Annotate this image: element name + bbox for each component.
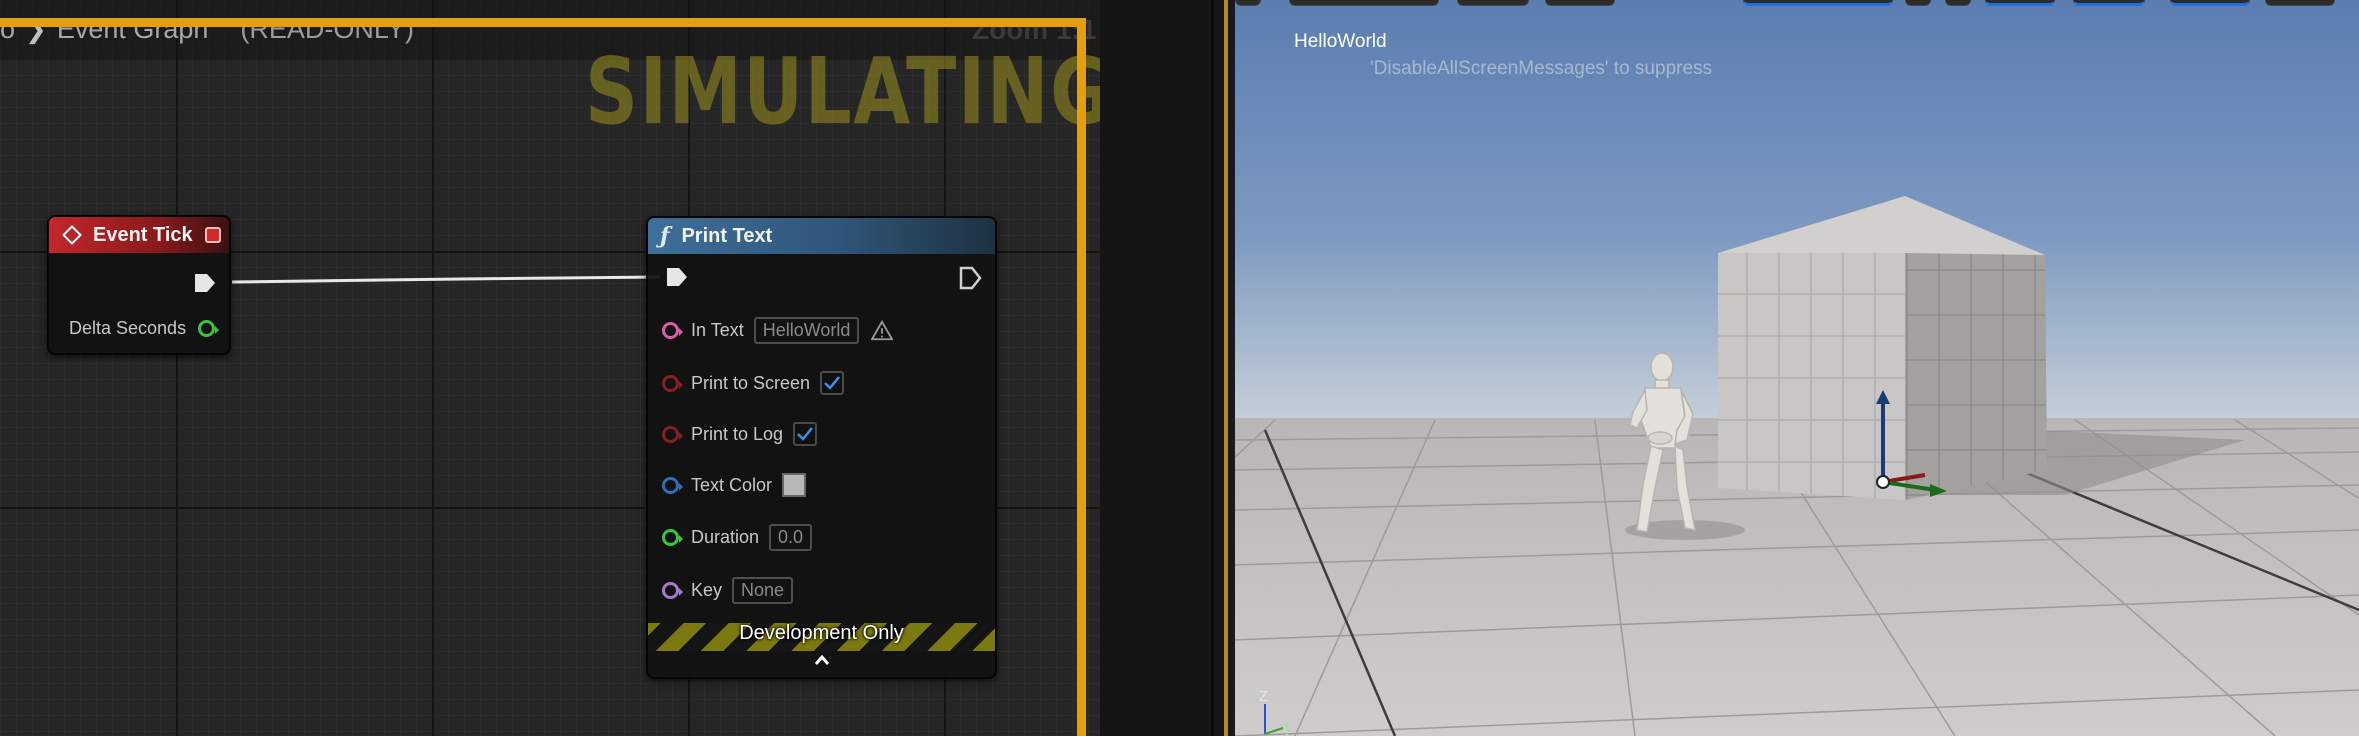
- simulating-watermark: SIMULATING: [585, 38, 1100, 145]
- viewport-scene[interactable]: [1235, 0, 2359, 736]
- key-label: Key: [691, 580, 723, 600]
- snap-toggle-2[interactable]: [1945, 0, 1971, 6]
- duration-pin-row: Duration 0.0: [662, 524, 813, 551]
- show-button[interactable]: [1545, 0, 1615, 6]
- in-text-field[interactable]: HelloWorld: [753, 317, 860, 344]
- grid-snap-button[interactable]: [1985, 0, 2055, 6]
- warning-icon: [871, 319, 894, 340]
- view-mode-button[interactable]: [1457, 0, 1529, 6]
- splitter-handle[interactable]: [1211, 0, 1214, 736]
- print-text-node[interactable]: ƒ Print Text In Text HelloWorld Print to…: [646, 216, 997, 679]
- key-pin[interactable]: [662, 582, 683, 599]
- read-only-label: (READ-ONLY): [240, 14, 414, 44]
- event-tick-header[interactable]: Event Tick: [49, 217, 229, 253]
- perspective-button[interactable]: [1289, 0, 1439, 6]
- transform-tools[interactable]: [1743, 0, 1893, 6]
- text-color-label: Text Color: [691, 474, 773, 495]
- print-to-screen-label: Print to Screen: [691, 372, 811, 393]
- level-viewport[interactable]: HelloWorld 'DisableAllScreenMessages' to…: [1235, 0, 2359, 736]
- event-tick-node[interactable]: Event Tick Delta Seconds: [47, 215, 231, 355]
- checkmark-icon: [797, 427, 814, 441]
- viewport-options-button[interactable]: [1235, 0, 1261, 6]
- delta-seconds-pin-row: Delta Seconds: [69, 318, 220, 339]
- print-to-log-pin-row: Print to Log: [662, 422, 818, 446]
- screen-message-hello: HelloWorld: [1294, 31, 1387, 52]
- delegate-pin-icon[interactable]: [205, 227, 221, 243]
- print-text-title: Print Text: [681, 224, 773, 247]
- duration-pin[interactable]: [662, 529, 683, 546]
- text-color-pin-row: Text Color: [662, 473, 807, 497]
- print-text-header[interactable]: ƒ Print Text: [648, 218, 995, 254]
- development-only-label: Development Only: [739, 622, 904, 644]
- exec-output-pin[interactable]: [959, 266, 983, 290]
- panel-splitter[interactable]: [1100, 0, 1231, 736]
- cube-left-face: [1718, 253, 1905, 500]
- print-to-screen-pin-row: Print to Screen: [662, 371, 845, 395]
- text-color-swatch[interactable]: [782, 473, 807, 497]
- in-text-pin[interactable]: [662, 322, 683, 339]
- event-diamond-icon: [62, 225, 82, 245]
- scale-snap-button[interactable]: [2170, 0, 2250, 6]
- axis-y-label: y: [1285, 719, 1292, 735]
- event-tick-title: Event Tick: [93, 223, 193, 246]
- chevron-up-icon[interactable]: [813, 653, 831, 667]
- graph-title: Event Graph: [56, 14, 209, 44]
- blueprint-graph-panel[interactable]: o ❯ Event Graph (READ-ONLY) Zoom 1:1 SIM…: [0, 0, 1100, 736]
- print-to-screen-pin[interactable]: [662, 374, 683, 392]
- screen-message-suppress-hint: 'DisableAllScreenMessages' to suppress: [1370, 58, 1713, 79]
- print-to-log-checkbox[interactable]: [793, 422, 818, 446]
- text-color-pin[interactable]: [662, 476, 683, 494]
- delta-seconds-pin[interactable]: [198, 320, 220, 337]
- camera-speed-button[interactable]: [2265, 0, 2335, 6]
- snap-toggle[interactable]: [1905, 0, 1931, 6]
- function-icon: ƒ: [660, 223, 670, 249]
- delta-seconds-label: Delta Seconds: [69, 318, 187, 338]
- in-text-label: In Text: [691, 320, 744, 340]
- duration-field[interactable]: 0.0: [769, 524, 813, 551]
- duration-label: Duration: [691, 527, 760, 547]
- key-pin-row: Key None: [662, 577, 794, 604]
- exec-input-pin[interactable]: [667, 268, 687, 286]
- print-to-log-pin[interactable]: [662, 425, 683, 443]
- exec-output-pin[interactable]: [195, 274, 215, 292]
- checkmark-icon: [824, 376, 841, 390]
- breadcrumb-parent[interactable]: o: [0, 14, 15, 45]
- in-text-pin-row: In Text HelloWorld: [662, 317, 894, 344]
- viewport-border: [1224, 0, 1228, 736]
- rotation-snap-button[interactable]: [2073, 0, 2145, 6]
- print-to-log-label: Print to Log: [691, 423, 784, 444]
- chevron-right-icon: ❯: [25, 14, 47, 44]
- axis-indicator: Z y: [1259, 688, 1292, 735]
- key-field[interactable]: None: [732, 577, 794, 604]
- development-only-footer: Development Only: [648, 619, 995, 677]
- breadcrumb: o ❯ Event Graph (READ-ONLY): [0, 14, 414, 45]
- print-to-screen-checkbox[interactable]: [820, 371, 845, 395]
- cube-right-face: [1905, 253, 2047, 500]
- axis-z-label: Z: [1259, 688, 1268, 705]
